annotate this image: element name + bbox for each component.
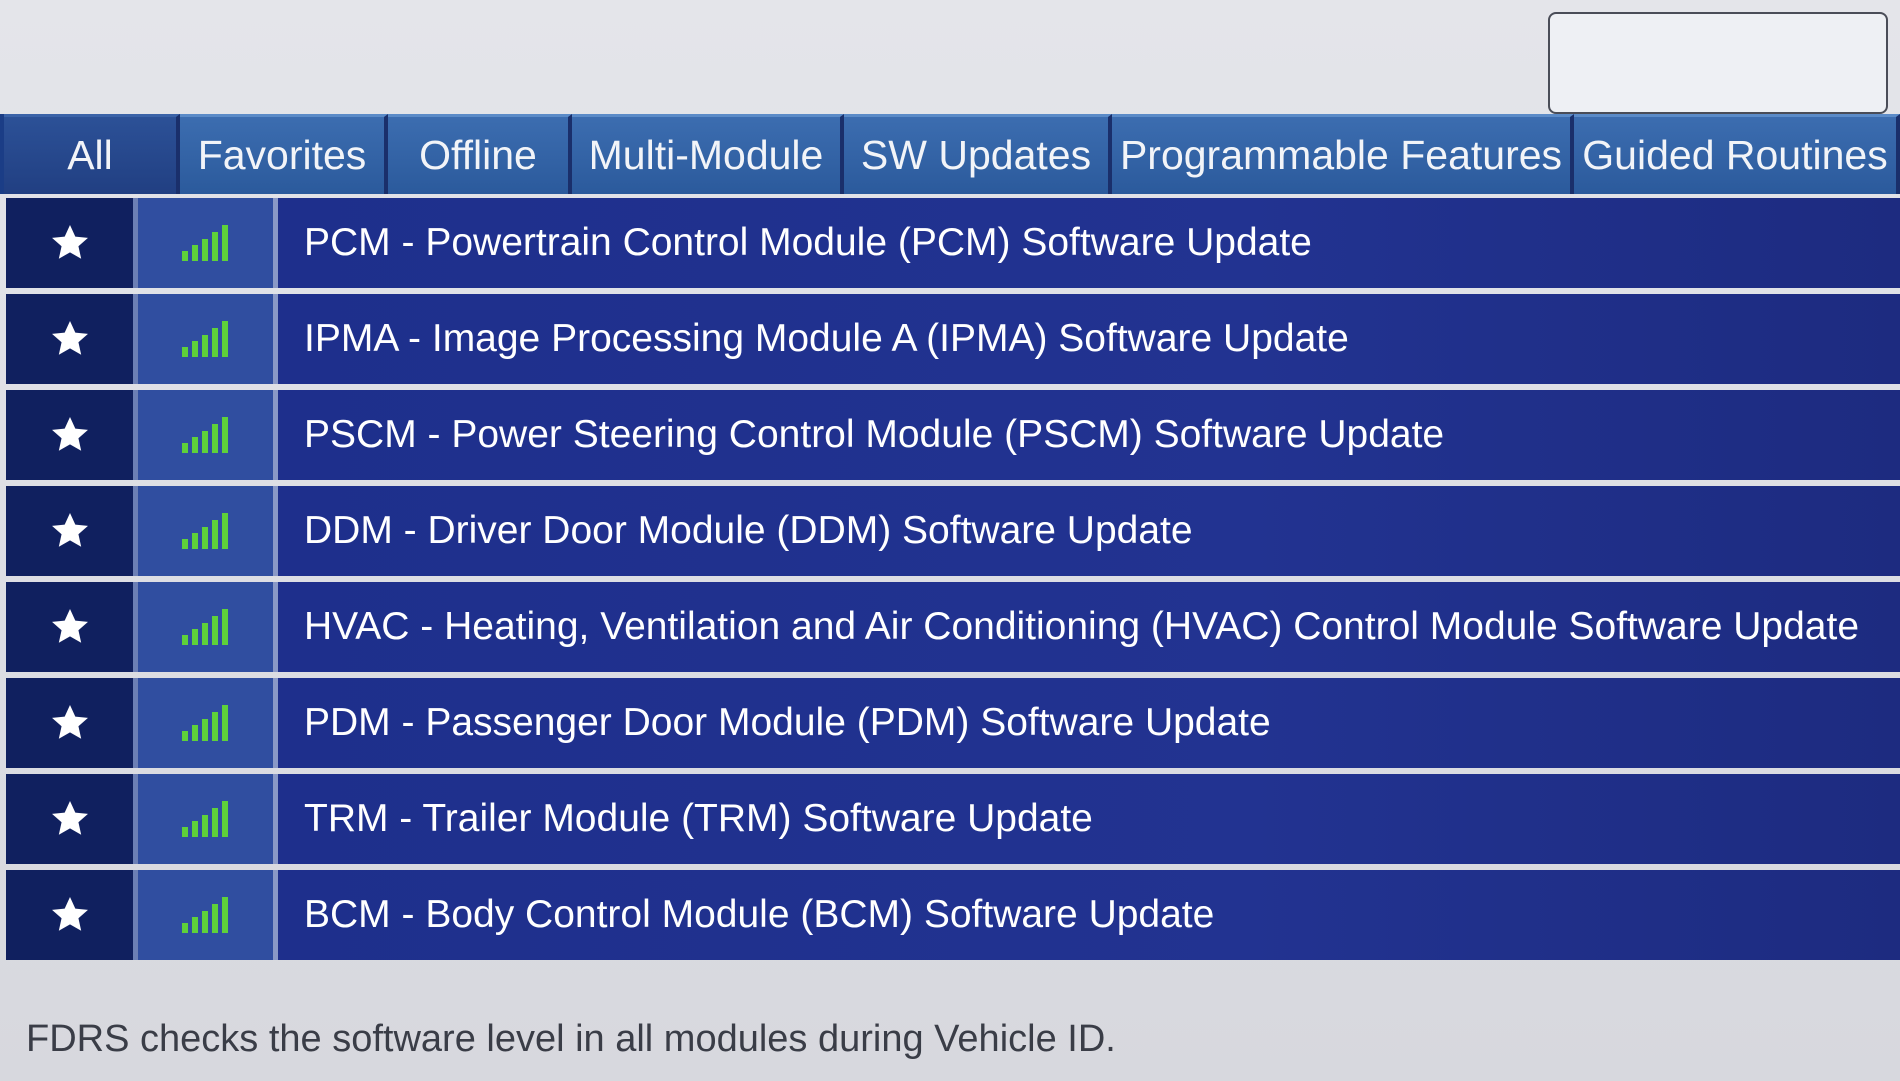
signal-bars-icon (181, 321, 230, 357)
routine-label: DDM - Driver Door Module (DDM) Software … (278, 486, 1900, 576)
routine-label: PDM - Passenger Door Module (PDM) Softwa… (278, 678, 1900, 768)
connectivity-cell (138, 678, 278, 768)
tab-offline[interactable]: Offline (388, 114, 572, 194)
connectivity-cell (138, 294, 278, 384)
list-item[interactable]: DDM - Driver Door Module (DDM) Software … (6, 486, 1900, 576)
tab-guided-routines[interactable]: Guided Routines (1574, 114, 1900, 194)
routine-label: TRM - Trailer Module (TRM) Software Upda… (278, 774, 1900, 864)
routine-list: PCM - Powertrain Control Module (PCM) So… (6, 198, 1900, 966)
star-icon (48, 413, 92, 457)
star-icon (48, 893, 92, 937)
favorite-toggle[interactable] (6, 390, 138, 480)
signal-bars-icon (181, 417, 230, 453)
connectivity-cell (138, 390, 278, 480)
connectivity-cell (138, 774, 278, 864)
routine-label: BCM - Body Control Module (BCM) Software… (278, 870, 1900, 960)
list-item[interactable]: PSCM - Power Steering Control Module (PS… (6, 390, 1900, 480)
tab-programmable-features[interactable]: Programmable Features (1112, 114, 1574, 194)
tab-all[interactable]: All (4, 114, 180, 194)
favorite-toggle[interactable] (6, 582, 138, 672)
routine-label: PCM - Powertrain Control Module (PCM) So… (278, 198, 1900, 288)
star-icon (48, 701, 92, 745)
favorite-toggle[interactable] (6, 486, 138, 576)
fdrs-screen: All Favorites Offline Multi-Module SW Up… (0, 0, 1900, 1081)
star-icon (48, 797, 92, 841)
search-input[interactable] (1548, 12, 1888, 114)
list-item[interactable]: IPMA - Image Processing Module A (IPMA) … (6, 294, 1900, 384)
tab-sw-updates[interactable]: SW Updates (844, 114, 1112, 194)
star-icon (48, 509, 92, 553)
connectivity-cell (138, 486, 278, 576)
connectivity-cell (138, 870, 278, 960)
signal-bars-icon (181, 801, 230, 837)
signal-bars-icon (181, 609, 230, 645)
favorite-toggle[interactable] (6, 678, 138, 768)
favorite-toggle[interactable] (6, 198, 138, 288)
star-icon (48, 221, 92, 265)
star-icon (48, 605, 92, 649)
star-icon (48, 317, 92, 361)
signal-bars-icon (181, 705, 230, 741)
routine-label: HVAC - Heating, Ventilation and Air Cond… (278, 582, 1900, 672)
signal-bars-icon (181, 897, 230, 933)
favorite-toggle[interactable] (6, 774, 138, 864)
favorite-toggle[interactable] (6, 294, 138, 384)
signal-bars-icon (181, 513, 230, 549)
routine-label: IPMA - Image Processing Module A (IPMA) … (278, 294, 1900, 384)
category-tabs: All Favorites Offline Multi-Module SW Up… (0, 114, 1900, 194)
list-item[interactable]: TRM - Trailer Module (TRM) Software Upda… (6, 774, 1900, 864)
list-item[interactable]: PDM - Passenger Door Module (PDM) Softwa… (6, 678, 1900, 768)
tab-favorites[interactable]: Favorites (180, 114, 388, 194)
favorite-toggle[interactable] (6, 870, 138, 960)
footer-note: FDRS checks the software level in all mo… (26, 1018, 1116, 1060)
tab-multi-module[interactable]: Multi-Module (572, 114, 844, 194)
connectivity-cell (138, 582, 278, 672)
list-item[interactable]: HVAC - Heating, Ventilation and Air Cond… (6, 582, 1900, 672)
signal-bars-icon (181, 225, 230, 261)
list-item[interactable]: PCM - Powertrain Control Module (PCM) So… (6, 198, 1900, 288)
connectivity-cell (138, 198, 278, 288)
list-item[interactable]: BCM - Body Control Module (BCM) Software… (6, 870, 1900, 960)
routine-label: PSCM - Power Steering Control Module (PS… (278, 390, 1900, 480)
